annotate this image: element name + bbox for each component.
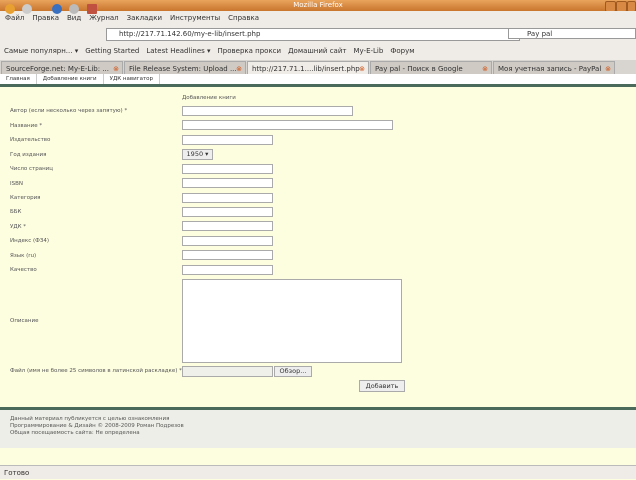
udk-label: УДК *	[10, 224, 27, 230]
language-input[interactable]	[182, 250, 273, 260]
footer-line: Программирование & Дизайн © 2008-2009 Ро…	[10, 423, 184, 429]
reload-icon[interactable]	[52, 4, 62, 14]
status-text: Готово	[4, 469, 30, 477]
menu-tools[interactable]: Инструменты	[170, 14, 220, 22]
tab-insert[interactable]: http://217.71.1....lib/insert.php ⊗	[247, 61, 369, 74]
bookmark-latest-headlines[interactable]: Latest Headlines ▾	[146, 47, 210, 55]
footer: Данный материал публикуется с целью озна…	[0, 410, 636, 448]
tab-sourceforge[interactable]: SourceForge.net: My-E-Lib: ... ⊗	[1, 61, 123, 74]
index-label: Индекс (ФЗ4)	[10, 238, 50, 244]
bookmark-forum[interactable]: Форум	[390, 47, 414, 55]
nav-udk[interactable]: УДК навигатор	[104, 74, 160, 84]
category-input[interactable]	[182, 193, 273, 203]
year-label: Год издания	[10, 152, 47, 158]
language-label: Язык (ru)	[10, 253, 37, 259]
title-input[interactable]	[182, 120, 393, 130]
publisher-label: Издательство	[10, 137, 51, 143]
isbn-input[interactable]	[182, 178, 273, 188]
tab-google-paypal[interactable]: Pay pal - Поиск в Google ⊗	[370, 61, 492, 74]
file-label: Файл (имя не более 25 символов в латинск…	[10, 368, 182, 374]
publisher-input[interactable]	[182, 135, 273, 145]
tab-label: Pay pal - Поиск в Google	[375, 65, 463, 73]
bookmark-proxy-check[interactable]: Проверка прокси	[218, 47, 282, 55]
close-tab-icon[interactable]: ⊗	[605, 62, 611, 74]
menu-edit[interactable]: Правка	[32, 14, 59, 22]
nav-add-book[interactable]: Добавление книги	[37, 74, 104, 84]
menu-help[interactable]: Справка	[228, 14, 259, 22]
year-select[interactable]: 1950 ▾	[182, 149, 213, 160]
year-value: 1950	[186, 150, 204, 158]
submit-button[interactable]: Добавить	[359, 380, 405, 392]
browse-button[interactable]: Обзор...	[274, 366, 312, 377]
author-input[interactable]	[182, 106, 353, 116]
description-label: Описание	[10, 318, 39, 324]
tab-label: File Release System: Upload ...	[129, 65, 237, 73]
status-bar: Готово	[0, 465, 636, 479]
close-tab-icon[interactable]: ⊗	[359, 62, 365, 74]
bookmark-my-e-lib[interactable]: My-E-Lib	[353, 47, 383, 55]
form-heading: Добавление книги	[182, 95, 236, 101]
footer-line: Данный материал публикуется с целью озна…	[10, 416, 170, 422]
close-tab-icon[interactable]: ⊗	[236, 62, 242, 74]
bookmark-getting-started[interactable]: Getting Started	[85, 47, 139, 55]
bookmarks-toolbar: Самые популярн... ▾ Getting Started Latest…	[0, 43, 636, 60]
url-input[interactable]: http://217.71.142.60/my-e-lib/insert.php	[106, 28, 520, 41]
bbk-label: ББК	[10, 209, 22, 215]
pages-input[interactable]	[182, 164, 273, 174]
quality-label: Качество	[10, 267, 37, 273]
close-tab-icon[interactable]: ⊗	[113, 62, 119, 74]
menu-file[interactable]: Файл	[5, 14, 24, 22]
footer-line: Общая посещаемость сайта: Не определена	[10, 430, 140, 436]
search-input[interactable]: Pay pal	[508, 28, 636, 39]
menu-history[interactable]: Журнал	[89, 14, 118, 22]
tab-label: SourceForge.net: My-E-Lib: ...	[6, 65, 109, 73]
quality-input[interactable]	[182, 265, 273, 275]
tab-file-release[interactable]: File Release System: Upload ... ⊗	[124, 61, 246, 74]
tab-paypal-account[interactable]: Моя учетная запись - PayPal ⊗	[493, 61, 615, 74]
site-nav: Главная Добавление книги УДК навигатор	[0, 74, 636, 84]
window-title: Mozilla Firefox	[293, 1, 343, 9]
tab-label: http://217.71.1....lib/insert.php	[252, 65, 360, 73]
menu-view[interactable]: Вид	[67, 14, 81, 22]
bbk-input[interactable]	[182, 207, 273, 217]
file-input[interactable]	[182, 366, 273, 377]
udk-input[interactable]	[182, 221, 273, 231]
divider	[0, 84, 636, 87]
isbn-label: ISBN	[10, 181, 24, 187]
bookmark-home-site[interactable]: Домашний сайт	[288, 47, 346, 55]
nav-home[interactable]: Главная	[0, 74, 37, 84]
tab-bar: SourceForge.net: My-E-Lib: ... ⊗ File Rel…	[0, 60, 636, 74]
tab-label: Моя учетная запись - PayPal	[498, 65, 602, 73]
bookmark-most-visited[interactable]: Самые популярн... ▾	[4, 47, 78, 55]
description-textarea[interactable]	[182, 279, 402, 363]
home-icon[interactable]	[87, 4, 97, 14]
back-icon[interactable]	[5, 4, 15, 14]
category-label: Категория	[10, 195, 41, 201]
index-input[interactable]	[182, 236, 273, 246]
author-label: Автор (если несколько через запятую) *	[10, 108, 128, 114]
menu-bookmarks[interactable]: Закладки	[127, 14, 162, 22]
stop-icon[interactable]	[69, 4, 79, 14]
title-label: Название *	[10, 123, 43, 129]
pages-label: Число страниц	[10, 166, 54, 172]
forward-icon[interactable]	[22, 4, 32, 14]
close-tab-icon[interactable]: ⊗	[482, 62, 488, 74]
